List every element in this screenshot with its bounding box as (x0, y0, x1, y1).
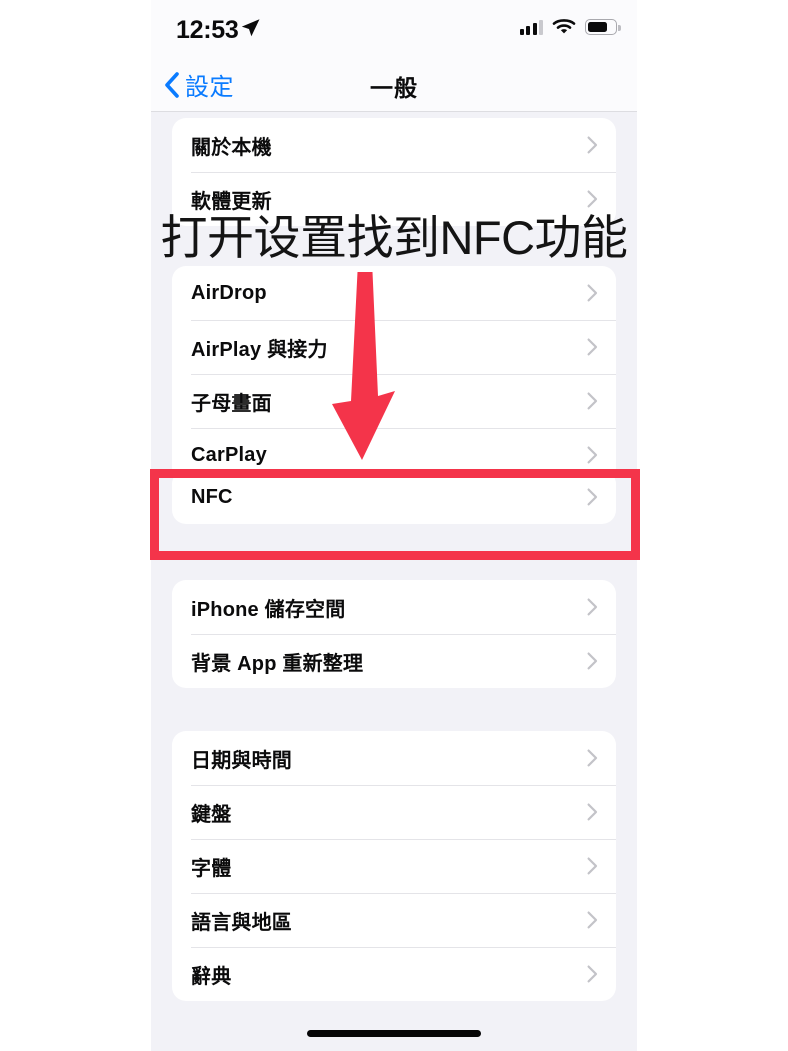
page-title: 一般 (370, 75, 418, 101)
row-label: iPhone 儲存空間 (191, 598, 346, 621)
chevron-right-icon (587, 857, 598, 875)
row-label: 軟體更新 (191, 190, 272, 213)
navigation-bar: 設定 一般 (151, 60, 637, 112)
settings-row-background-app-refresh[interactable]: 背景 App 重新整理 (172, 634, 616, 688)
row-label: 辭典 (191, 965, 232, 988)
row-label: 關於本機 (191, 136, 272, 159)
chevron-right-icon (587, 136, 598, 154)
chevron-right-icon (587, 652, 598, 670)
settings-group-storage: iPhone 儲存空間 背景 App 重新整理 (172, 580, 616, 688)
settings-row-iphone-storage[interactable]: iPhone 儲存空間 (172, 580, 616, 634)
settings-group-device: 關於本機 軟體更新 (172, 118, 616, 226)
status-indicators (519, 18, 621, 35)
row-label: 字體 (191, 857, 232, 880)
chevron-right-icon (587, 803, 598, 821)
chevron-right-icon (587, 392, 598, 410)
settings-row-date-time[interactable]: 日期與時間 (172, 731, 616, 785)
iphone-screen: 12:53 設定 一般 關於本機 軟體更新 AirDrop AirPlay 與接… (151, 0, 637, 1051)
chevron-right-icon (587, 190, 598, 208)
chevron-right-icon (587, 488, 598, 506)
row-label: 鍵盤 (191, 803, 232, 826)
settings-row-nfc[interactable]: NFC (172, 470, 616, 524)
settings-group-localization: 日期與時間 鍵盤 字體 語言與地區 辭典 (172, 731, 616, 1001)
home-indicator (307, 1030, 481, 1037)
status-time: 12:53 (176, 16, 239, 44)
chevron-right-icon (587, 965, 598, 983)
location-arrow-icon (241, 19, 260, 37)
chevron-right-icon (587, 911, 598, 929)
chevron-right-icon (587, 446, 598, 464)
settings-row-fonts[interactable]: 字體 (172, 839, 616, 893)
settings-row-dictionary[interactable]: 辭典 (172, 947, 616, 1001)
down-arrow-annotation-icon (332, 272, 395, 460)
row-label: 日期與時間 (191, 749, 292, 772)
settings-row-about[interactable]: 關於本機 (172, 118, 616, 172)
chevron-right-icon (587, 598, 598, 616)
cellular-signal-icon (519, 19, 543, 35)
annotation-caption: 打开设置找到NFC功能 (160, 211, 628, 264)
row-label: NFC (191, 485, 233, 508)
row-label: 背景 App 重新整理 (191, 652, 364, 675)
battery-icon (585, 18, 621, 35)
settings-row-keyboard[interactable]: 鍵盤 (172, 785, 616, 839)
chevron-right-icon (587, 338, 598, 356)
chevron-right-icon (587, 284, 598, 302)
chevron-right-icon (587, 749, 598, 767)
settings-row-language-region[interactable]: 語言與地區 (172, 893, 616, 947)
settings-group-nfc: NFC (172, 470, 616, 524)
wifi-icon (552, 19, 576, 34)
row-label: 語言與地區 (191, 911, 292, 934)
status-bar: 12:53 (151, 0, 637, 60)
